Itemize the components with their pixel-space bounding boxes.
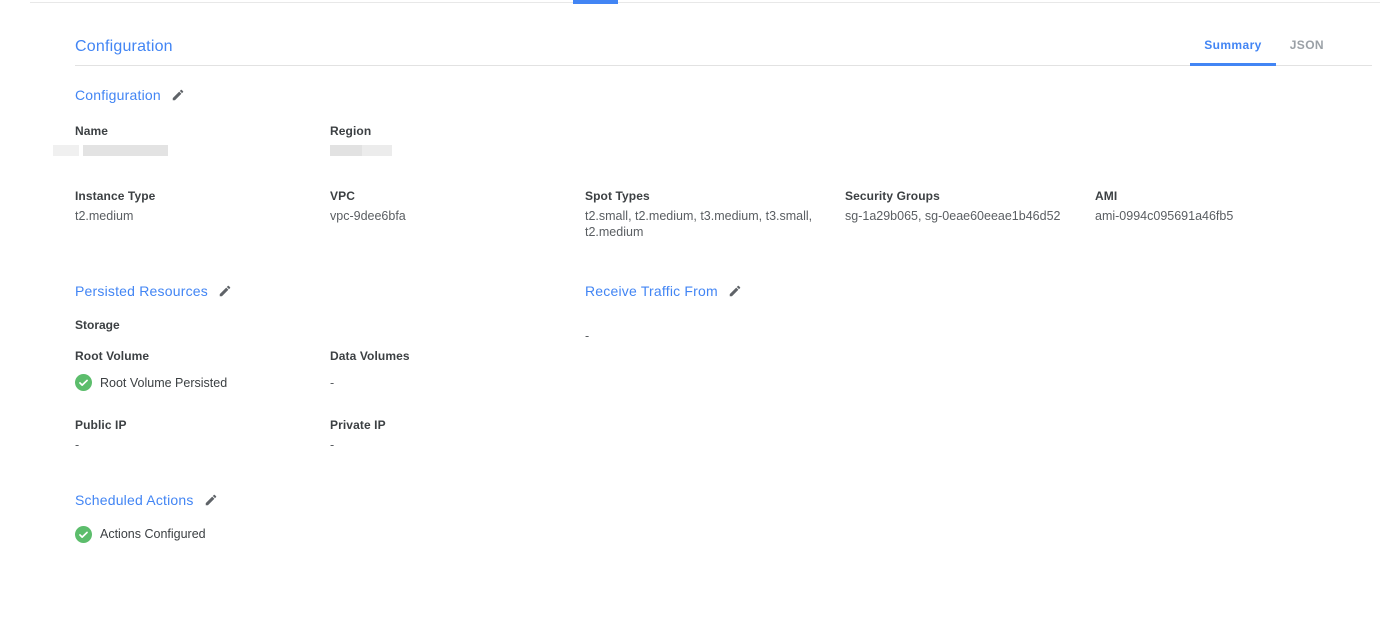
vpc-label: VPC <box>330 189 561 203</box>
security-groups-field: Security Groups sg-1a29b065, sg-0eae60ee… <box>845 189 1095 240</box>
pencil-icon[interactable] <box>728 284 742 298</box>
spot-types-value: t2.small, t2.medium, t3.medium, t3.small… <box>585 209 821 240</box>
ami-field: AMI ami-0994c095691a46fb5 <box>1095 189 1360 240</box>
root-volume-label: Root Volume <box>75 349 330 363</box>
instance-type-label: Instance Type <box>75 189 306 203</box>
storage-subheading: Storage <box>75 318 585 332</box>
security-groups-label: Security Groups <box>845 189 1071 203</box>
volumes-row: Root Volume Root Volume Persisted Data V… <box>75 349 585 391</box>
root-volume-status-text: Root Volume Persisted <box>100 376 227 390</box>
configuration-row-2: Instance Type t2.medium VPC vpc-9dee6bfa… <box>75 189 1360 240</box>
name-label: Name <box>75 124 330 138</box>
scheduled-actions-section: Scheduled Actions Actions Configured <box>75 492 1360 543</box>
check-circle-icon <box>75 374 92 391</box>
vpc-value: vpc-9dee6bfa <box>330 209 561 225</box>
redaction-block <box>330 145 362 156</box>
page-header: Configuration Summary JSON <box>75 0 1372 66</box>
scheduled-actions-heading: Scheduled Actions <box>75 492 1360 508</box>
redaction-block <box>362 145 392 156</box>
scheduled-actions-heading-label: Scheduled Actions <box>75 492 194 508</box>
top-tab-bar-line <box>30 2 1380 3</box>
tab-json[interactable]: JSON <box>1276 38 1338 65</box>
data-volumes-field: Data Volumes - <box>330 349 585 391</box>
private-ip-field: Private IP - <box>330 418 585 454</box>
security-groups-value: sg-1a29b065, sg-0eae60eeae1b46d52 <box>845 209 1071 225</box>
pencil-icon[interactable] <box>171 88 185 102</box>
region-label: Region <box>330 124 585 138</box>
middle-sections: Persisted Resources Storage Root Volume … <box>75 283 1360 454</box>
configuration-section: Configuration Name Region <box>75 87 1360 240</box>
receive-traffic-heading: Receive Traffic From <box>585 283 1360 299</box>
public-ip-label: Public IP <box>75 418 330 432</box>
pencil-icon[interactable] <box>218 284 232 298</box>
redaction-block <box>83 145 168 156</box>
redaction-block <box>53 145 79 156</box>
active-tab-indicator <box>573 0 618 4</box>
ip-row: Public IP - Private IP - <box>75 418 585 454</box>
configuration-heading-label: Configuration <box>75 87 161 103</box>
name-field: Name <box>75 124 330 156</box>
private-ip-value: - <box>330 438 585 454</box>
pencil-icon[interactable] <box>204 493 218 507</box>
page-title: Configuration <box>75 38 173 65</box>
instance-type-field: Instance Type t2.medium <box>75 189 330 240</box>
scheduled-actions-status: Actions Configured <box>75 526 1360 543</box>
region-redacted-value <box>330 145 585 156</box>
ami-value: ami-0994c095691a46fb5 <box>1095 209 1336 225</box>
spot-types-label: Spot Types <box>585 189 821 203</box>
public-ip-field: Public IP - <box>75 418 330 454</box>
tab-summary[interactable]: Summary <box>1190 38 1276 65</box>
region-field: Region <box>330 124 585 156</box>
name-redacted-value <box>53 145 330 156</box>
receive-traffic-heading-label: Receive Traffic From <box>585 283 718 299</box>
spot-types-field: Spot Types t2.small, t2.medium, t3.mediu… <box>585 189 845 240</box>
persisted-resources-heading: Persisted Resources <box>75 283 585 299</box>
view-tabs: Summary JSON <box>1190 38 1338 65</box>
ami-label: AMI <box>1095 189 1336 203</box>
public-ip-value: - <box>75 438 330 454</box>
root-volume-field: Root Volume Root Volume Persisted <box>75 349 330 391</box>
persisted-resources-heading-label: Persisted Resources <box>75 283 208 299</box>
private-ip-label: Private IP <box>330 418 585 432</box>
data-volumes-value: - <box>330 376 585 390</box>
scheduled-actions-status-text: Actions Configured <box>100 527 206 541</box>
page-content: Configuration Name Region <box>75 87 1360 543</box>
configuration-row-1: Name Region <box>75 124 1360 156</box>
root-volume-status: Root Volume Persisted <box>75 374 330 391</box>
check-circle-icon <box>75 526 92 543</box>
receive-traffic-value: - <box>585 329 1360 343</box>
persisted-resources-section: Persisted Resources Storage Root Volume … <box>75 283 585 454</box>
instance-type-value: t2.medium <box>75 209 306 225</box>
data-volumes-label: Data Volumes <box>330 349 585 363</box>
receive-traffic-section: Receive Traffic From - <box>585 283 1360 454</box>
vpc-field: VPC vpc-9dee6bfa <box>330 189 585 240</box>
configuration-section-heading: Configuration <box>75 87 1360 103</box>
